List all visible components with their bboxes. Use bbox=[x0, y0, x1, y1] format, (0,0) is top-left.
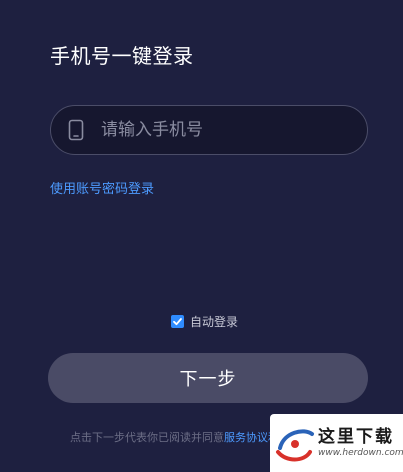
auto-login-toggle[interactable]: 自动登录 bbox=[171, 313, 238, 330]
checkmark-icon bbox=[173, 318, 182, 326]
watermark-name: 这里下载 bbox=[318, 427, 394, 447]
page-title: 手机号一键登录 bbox=[50, 44, 194, 68]
phone-icon bbox=[65, 119, 87, 141]
site-logo-icon bbox=[276, 429, 314, 462]
watermark-url: www.herdown.com bbox=[318, 448, 403, 458]
password-login-link[interactable]: 使用账号密码登录 bbox=[50, 178, 154, 197]
login-page: 手机号一键登录 使用账号密码登录 自动登录 下一步 点击下一步代表你已阅读并同意… bbox=[0, 0, 403, 472]
phone-field[interactable] bbox=[50, 105, 368, 155]
phone-input[interactable] bbox=[87, 106, 367, 154]
agreement-prefix: 点击下一步代表你已阅读并同意 bbox=[70, 431, 224, 444]
site-watermark: 这里下载 www.herdown.com bbox=[270, 414, 403, 472]
auto-login-checkbox[interactable] bbox=[171, 315, 184, 328]
next-step-button[interactable]: 下一步 bbox=[48, 353, 368, 403]
auto-login-label: 自动登录 bbox=[190, 315, 239, 329]
